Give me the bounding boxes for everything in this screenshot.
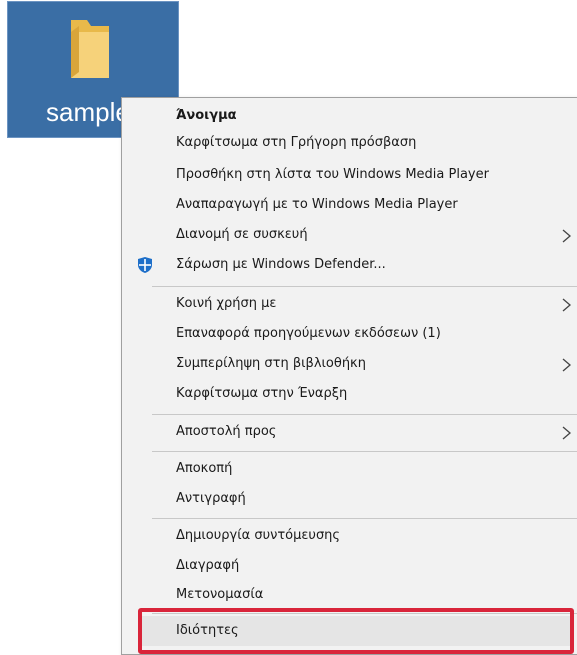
menu-item-label: Συμπερίληψη στη βιβλιοθήκη xyxy=(176,356,366,371)
menu-item-restore-previous-versions[interactable]: Επαναφορά προηγούμενων εκδόσεων (1) xyxy=(122,319,577,349)
menu-item-label: Αναπαραγωγή με το Windows Media Player xyxy=(176,197,458,212)
menu-item-send-to[interactable]: Αποστολή προς xyxy=(122,417,577,447)
menu-item-label: Σάρωση με Windows Defender... xyxy=(176,257,386,272)
menu-item-label: Κοινή χρήση με xyxy=(176,296,277,311)
highlight-frame xyxy=(138,608,574,654)
menu-item-play-with-wmp[interactable]: Αναπαραγωγή με το Windows Media Player xyxy=(122,190,577,220)
menu-item-label: Καρφίτσωμα στη Γρήγορη πρόσβαση xyxy=(176,135,417,150)
menu-item-label: Δημιουργία συντόμευσης xyxy=(176,528,341,543)
menu-item-label: Διαγραφή xyxy=(176,558,240,573)
menu-item-include-in-library[interactable]: Συμπερίληψη στη βιβλιοθήκη xyxy=(122,349,577,379)
chevron-right-icon xyxy=(562,358,571,372)
menu-separator xyxy=(152,518,577,519)
menu-separator xyxy=(152,414,577,415)
menu-item-pin-quick-access[interactable]: Καρφίτσωμα στη Γρήγορη πρόσβαση xyxy=(122,128,577,158)
desktop: sample Άνοιγμα Καρφίτσωμα στη Γρήγορη πρ… xyxy=(0,0,577,655)
folder-label: sample xyxy=(46,97,130,127)
menu-item-open[interactable]: Άνοιγμα xyxy=(122,101,577,131)
chevron-right-icon xyxy=(562,298,571,312)
menu-item-label: Καρφίτσωμα στην Έναρξη xyxy=(176,386,348,401)
menu-item-create-shortcut[interactable]: Δημιουργία συντόμευσης xyxy=(122,521,577,551)
chevron-right-icon xyxy=(562,426,571,440)
menu-item-copy[interactable]: Αντιγραφή xyxy=(122,484,577,514)
menu-item-label: Επαναφορά προηγούμενων εκδόσεων (1) xyxy=(176,326,441,341)
menu-item-label: Αποκοπή xyxy=(176,461,233,476)
menu-item-pin-to-start[interactable]: Καρφίτσωμα στην Έναρξη xyxy=(122,379,577,409)
menu-item-cut[interactable]: Αποκοπή xyxy=(122,454,577,484)
menu-item-label: Άνοιγμα xyxy=(176,108,237,123)
menu-item-label: Προσθήκη στη λίστα του Windows Media Pla… xyxy=(176,167,489,182)
menu-item-cast-to-device[interactable]: Διανομή σε συσκευή xyxy=(122,220,577,250)
folder-icon xyxy=(71,20,109,78)
menu-item-label: Μετονομασία xyxy=(176,587,264,602)
menu-separator xyxy=(152,451,577,452)
menu-item-scan-defender[interactable]: Σάρωση με Windows Defender... xyxy=(122,250,577,280)
windows-defender-icon xyxy=(138,257,152,273)
menu-item-label: Αποστολή προς xyxy=(176,424,277,439)
menu-item-rename[interactable]: Μετονομασία xyxy=(122,580,577,610)
menu-item-add-to-wmp-list[interactable]: Προσθήκη στη λίστα του Windows Media Pla… xyxy=(122,160,577,190)
menu-item-label: Διανομή σε συσκευή xyxy=(176,227,308,242)
chevron-right-icon xyxy=(562,229,571,243)
menu-separator xyxy=(152,286,577,287)
menu-item-label: Αντιγραφή xyxy=(176,491,246,506)
menu-item-share-with[interactable]: Κοινή χρήση με xyxy=(122,289,577,319)
context-menu: Άνοιγμα Καρφίτσωμα στη Γρήγορη πρόσβαση … xyxy=(121,97,577,655)
menu-item-delete[interactable]: Διαγραφή xyxy=(122,551,577,581)
